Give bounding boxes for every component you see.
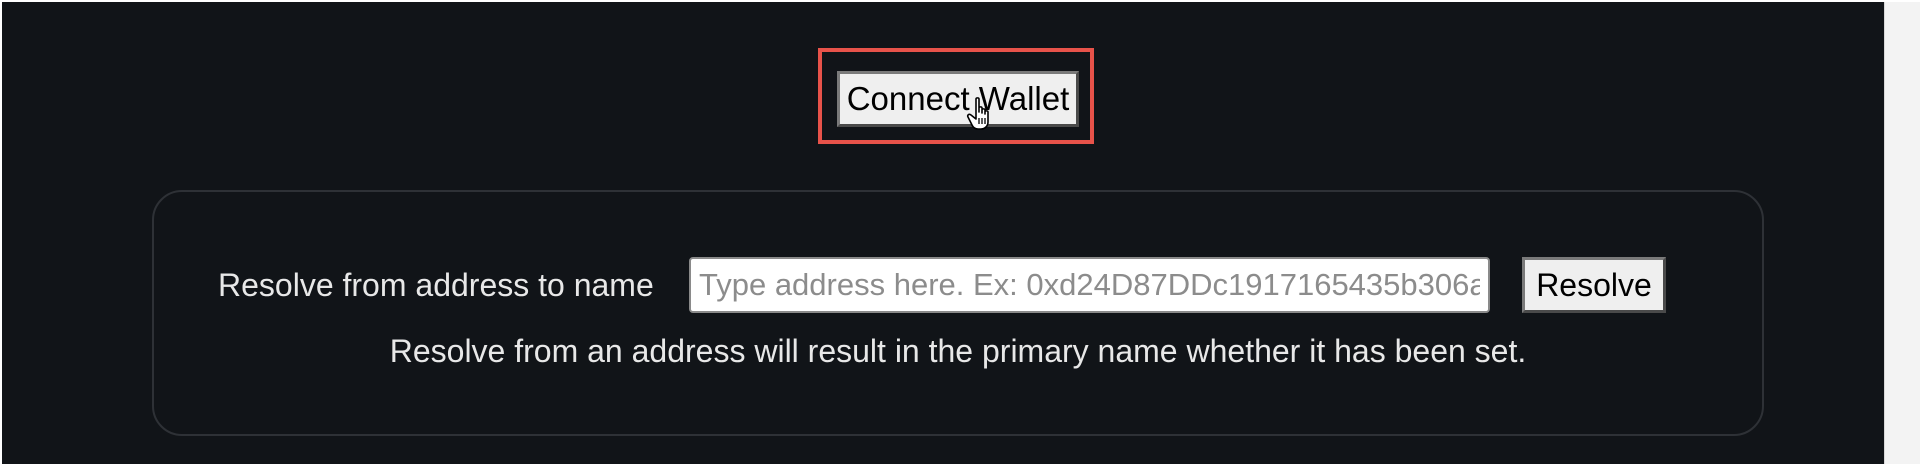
scrollbar-divider <box>1884 2 1885 464</box>
address-input[interactable] <box>689 257 1490 313</box>
app-window: Connect Wallet Resolve from address to n… <box>2 2 1920 464</box>
resolver-card <box>152 190 1764 436</box>
resolve-label: Resolve from address to name <box>218 267 654 303</box>
resolver-help-text: Resolve from an address will result in t… <box>389 333 1527 369</box>
scrollbar[interactable] <box>1884 2 1920 464</box>
hand-pointer-icon <box>966 97 989 130</box>
resolve-button[interactable]: Resolve <box>1522 257 1666 313</box>
click-target-highlight <box>818 48 1094 144</box>
